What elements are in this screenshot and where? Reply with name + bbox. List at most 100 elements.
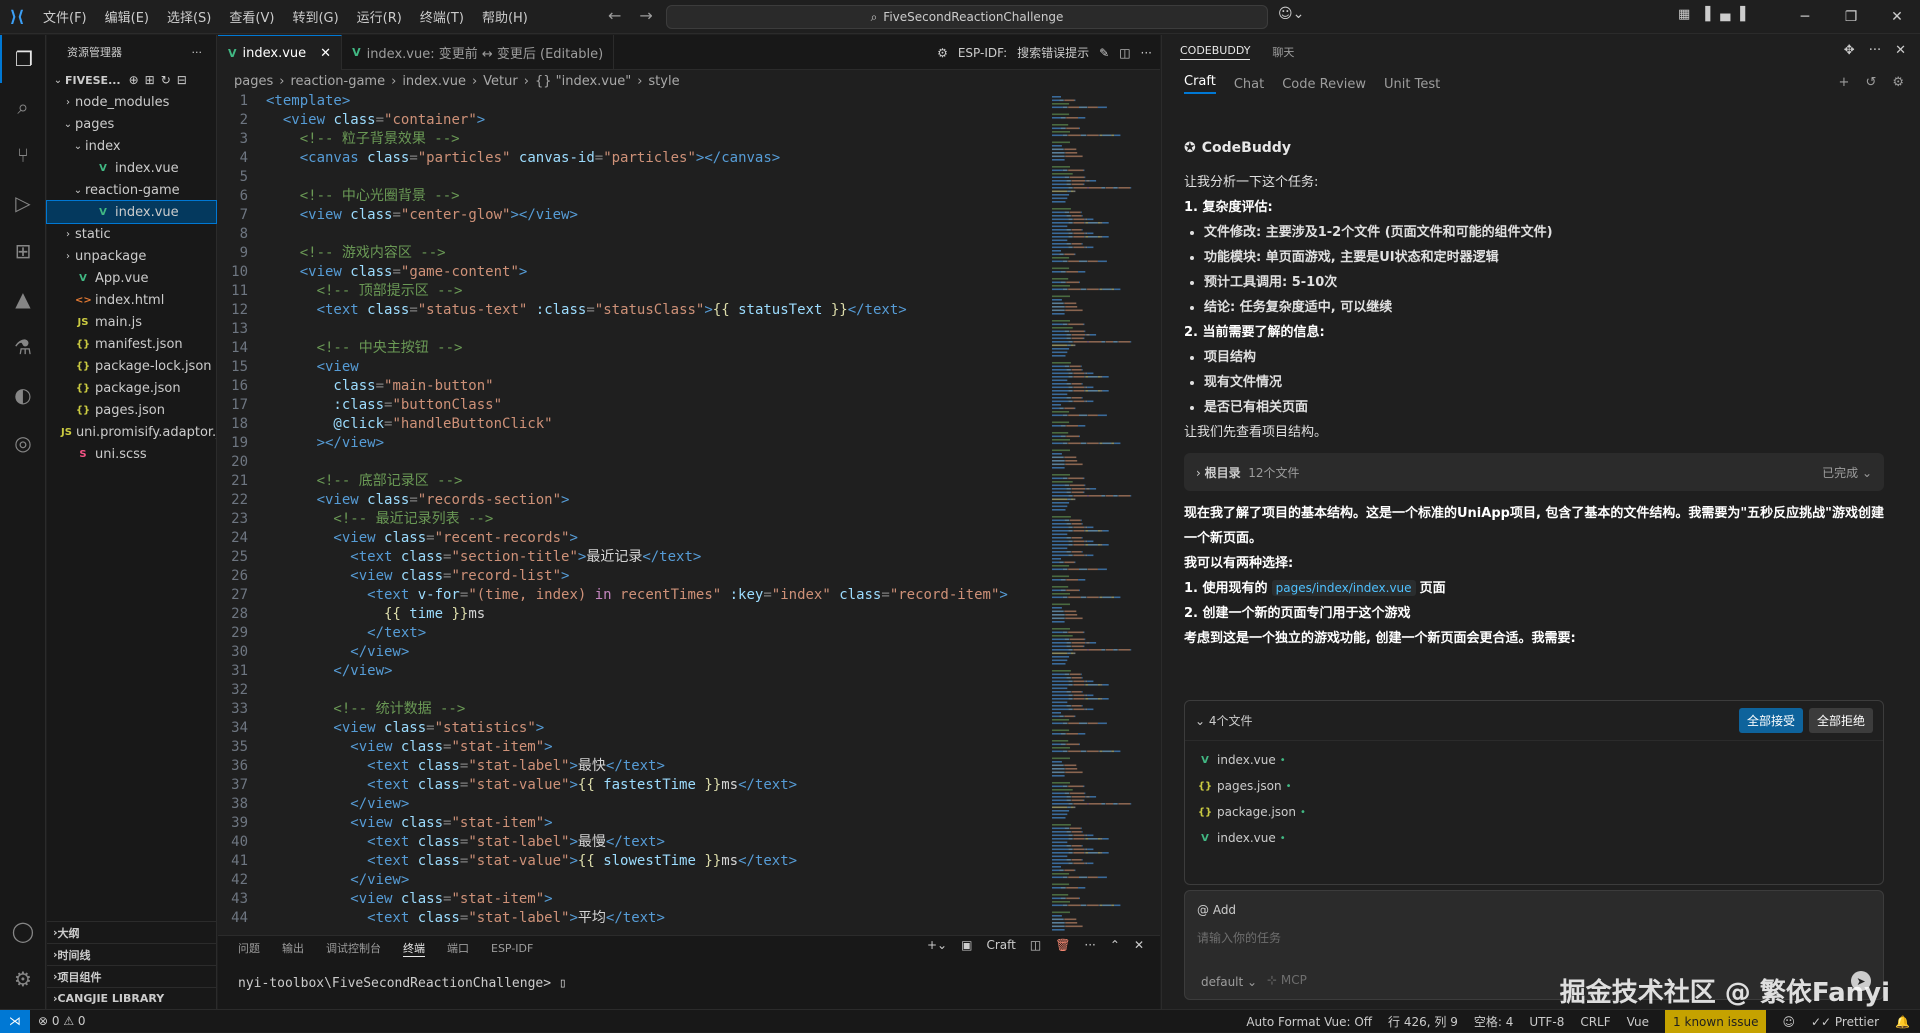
edit-icon[interactable]: ✎ bbox=[1099, 46, 1109, 60]
sidebar-section[interactable]: › 大纲 bbox=[47, 921, 217, 943]
mode-craft[interactable]: Craft bbox=[1184, 74, 1216, 94]
breadcrumb-item[interactable]: pages bbox=[234, 74, 273, 89]
account-icon[interactable]: ◯ bbox=[0, 907, 46, 955]
remote-icon[interactable]: ⋊ bbox=[0, 1009, 30, 1033]
problems-counter[interactable]: ⊗ 0 ⚠ 0 bbox=[38, 1014, 86, 1028]
menu-item[interactable]: 查看(V) bbox=[220, 7, 283, 26]
breadcrumb-item[interactable]: {} "index.vue" bbox=[535, 74, 631, 89]
gear-icon[interactable]: ⚙ bbox=[937, 46, 948, 60]
menu-item[interactable]: 文件(F) bbox=[34, 7, 96, 26]
sidebar-section[interactable]: › 时间线 bbox=[47, 943, 217, 965]
command-center-search[interactable]: ⌕ FiveSecondReactionChallenge bbox=[666, 5, 1268, 29]
indentation[interactable]: 空格: 4 bbox=[1474, 1013, 1514, 1030]
tree-item[interactable]: <> index.html bbox=[47, 289, 216, 311]
tree-item[interactable]: {} manifest.json bbox=[47, 333, 216, 355]
more-actions-icon[interactable]: ··· bbox=[1141, 46, 1152, 60]
panel-tab[interactable]: 终端 bbox=[403, 940, 425, 957]
tree-item[interactable]: Suni.scss bbox=[47, 443, 216, 465]
known-issue-badge[interactable]: 1 known issue bbox=[1665, 1010, 1767, 1033]
menu-item[interactable]: 终端(T) bbox=[411, 7, 473, 26]
edge-icon[interactable]: ◐ bbox=[0, 371, 46, 419]
forward-arrow-icon[interactable]: → bbox=[639, 6, 652, 25]
tree-item[interactable]: › static bbox=[47, 223, 216, 245]
task-input-placeholder[interactable]: 请输入你的任务 bbox=[1197, 929, 1281, 946]
copilot-status-icon[interactable]: ☺ bbox=[1782, 1015, 1795, 1029]
panel-tab[interactable]: 输出 bbox=[282, 940, 304, 956]
esp-idf-label[interactable]: ESP-IDF: bbox=[958, 46, 1007, 60]
azure-icon[interactable]: ▲ bbox=[0, 275, 46, 323]
line-ending[interactable]: CRLF bbox=[1580, 1015, 1610, 1029]
changed-file-item[interactable]: {} package.json • bbox=[1185, 799, 1883, 825]
menu-item[interactable]: 转到(G) bbox=[283, 7, 347, 26]
file-path-chip[interactable]: pages/index/index.vue bbox=[1271, 580, 1416, 596]
changed-file-item[interactable]: Vindex.vue • bbox=[1185, 747, 1883, 773]
menu-item[interactable]: 编辑(E) bbox=[96, 7, 158, 26]
more-actions-icon[interactable]: ··· bbox=[192, 46, 203, 59]
breadcrumb-item[interactable]: reaction-game bbox=[290, 74, 385, 89]
sidebar-section[interactable]: › 项目组件 bbox=[47, 965, 217, 987]
new-chat-icon[interactable]: + bbox=[1839, 75, 1850, 90]
tree-item[interactable]: ⌄ reaction-game bbox=[47, 179, 216, 201]
history-icon[interactable]: ↺ bbox=[1865, 75, 1876, 90]
terminal-output[interactable]: nyi-toolbox\FiveSecondReactionChallenge>… bbox=[238, 976, 567, 991]
back-arrow-icon[interactable]: ← bbox=[608, 6, 621, 25]
explorer-actions[interactable]: ⊕⊞↻⊟ bbox=[129, 73, 193, 87]
toggle-sidebar-icon[interactable]: ▐ bbox=[1700, 7, 1710, 22]
prettier-status[interactable]: ✓✓ Prettier bbox=[1811, 1015, 1879, 1029]
source-control-icon[interactable]: ⑂ bbox=[0, 131, 46, 179]
encoding[interactable]: UTF-8 bbox=[1529, 1015, 1564, 1029]
tab-chat-cn[interactable]: 聊天 bbox=[1272, 44, 1294, 60]
panel-tab[interactable]: 问题 bbox=[238, 940, 260, 956]
tab-index-vue[interactable]: V index.vue ✕ bbox=[218, 35, 343, 70]
mode-chat[interactable]: Chat bbox=[1234, 77, 1264, 92]
tab-codebuddy[interactable]: CODEBUDDY bbox=[1180, 44, 1251, 60]
split-terminal-icon[interactable]: ◫ bbox=[1030, 938, 1041, 952]
breadcrumb-item[interactable]: Vetur bbox=[483, 74, 518, 89]
cursor-position[interactable]: 行 426, 列 9 bbox=[1388, 1013, 1458, 1030]
panel-tab[interactable]: ESP-IDF bbox=[491, 942, 533, 955]
tree-item[interactable]: JS uni.promisify.adaptor.js bbox=[47, 421, 216, 443]
mcp-button[interactable]: ⊹ MCP bbox=[1267, 973, 1307, 987]
move-icon[interactable]: ✥ bbox=[1844, 43, 1855, 58]
extensions-icon[interactable]: ⊞ bbox=[0, 227, 46, 275]
breadcrumb-item[interactable]: index.vue bbox=[402, 74, 466, 89]
trash-icon[interactable]: 🗑 bbox=[1055, 938, 1070, 952]
close-tab-icon[interactable]: ✕ bbox=[320, 46, 331, 61]
sidebar-section[interactable]: › CANGJIE LIBRARY bbox=[47, 987, 217, 1009]
split-editor-icon[interactable]: ◫ bbox=[1119, 46, 1130, 60]
minimize-icon[interactable]: ─ bbox=[1782, 0, 1828, 34]
changed-file-item[interactable]: Vindex.vue • bbox=[1185, 825, 1883, 851]
mode-code-review[interactable]: Code Review bbox=[1282, 77, 1366, 92]
new-terminal-icon[interactable]: +⌄ bbox=[927, 938, 947, 952]
run-debug-icon[interactable]: ▷ bbox=[0, 179, 46, 227]
changed-file-item[interactable]: {} pages.json • bbox=[1185, 773, 1883, 799]
settings-icon[interactable]: ⚙ bbox=[1892, 75, 1904, 90]
search-view-icon[interactable]: ⌕ bbox=[0, 83, 46, 131]
close-panel-icon[interactable]: ✕ bbox=[1134, 938, 1144, 952]
menu-item[interactable]: 帮助(H) bbox=[473, 7, 537, 26]
copilot-icon[interactable]: ☺⌄ bbox=[1278, 6, 1304, 22]
explorer-icon[interactable]: ❐ bbox=[0, 35, 46, 83]
close-icon[interactable]: ✕ bbox=[1895, 43, 1906, 58]
layout-custom-icon[interactable]: ▦ bbox=[1678, 7, 1690, 22]
toggle-panel-icon[interactable]: ▄ bbox=[1720, 7, 1730, 22]
tree-item[interactable]: Vindex.vue bbox=[47, 157, 216, 179]
lightbulb-icon[interactable]: ⚗ bbox=[0, 323, 46, 371]
close-icon[interactable]: ✕ bbox=[1874, 0, 1920, 34]
tab-diff[interactable]: V index.vue: 变更前 ↔ 变更后 (Editable) bbox=[342, 35, 615, 70]
esp-idf-icon[interactable]: ◎ bbox=[0, 419, 46, 467]
more-actions-icon[interactable]: ··· bbox=[1084, 938, 1095, 952]
tree-item[interactable]: Vindex.vue bbox=[46, 200, 217, 224]
menu-item[interactable]: 运行(R) bbox=[348, 7, 411, 26]
workspace-root[interactable]: ⌄ FIVESE... ⊕⊞↻⊟ bbox=[47, 69, 216, 91]
tree-item[interactable]: JS main.js bbox=[47, 311, 216, 333]
code-editor[interactable]: 1 <template> 2 <view class="container"> 3 <… bbox=[218, 92, 1048, 945]
maximize-panel-icon[interactable]: ⌃ bbox=[1110, 938, 1120, 952]
mode-unit-test[interactable]: Unit Test bbox=[1384, 77, 1440, 92]
auto-format-status[interactable]: Auto Format Vue: Off bbox=[1246, 1015, 1372, 1029]
settings-gear-icon[interactable]: ⚙ bbox=[0, 955, 46, 1003]
error-hint-label[interactable]: 搜索错误提示 bbox=[1017, 44, 1089, 61]
tree-item[interactable]: ⌄ pages bbox=[47, 113, 216, 135]
tree-item[interactable]: {} package-lock.json bbox=[47, 355, 216, 377]
tree-item[interactable]: ⌄ index bbox=[47, 135, 216, 157]
